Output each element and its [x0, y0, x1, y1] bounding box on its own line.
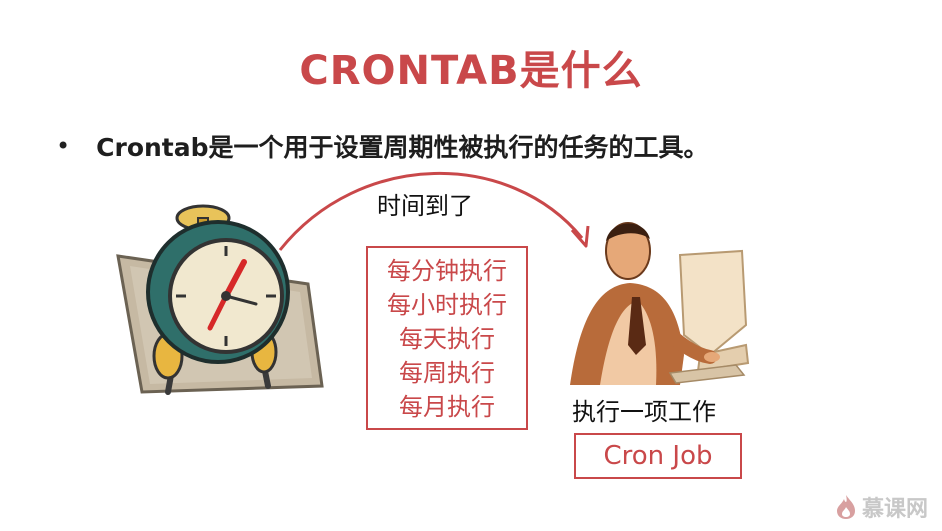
- frequency-item: 每天执行: [399, 325, 495, 353]
- frequency-item: 每月执行: [399, 393, 495, 421]
- arrow-label: 时间到了: [377, 192, 473, 220]
- flame-logo-icon: [836, 495, 855, 519]
- slide: CRONTAB是什么 • Crontab是一个用于设置周期性被执行的任务的工具。: [0, 0, 942, 531]
- watermark: 慕课网: [836, 491, 928, 523]
- frequency-item: 每小时执行: [387, 291, 507, 319]
- task-label: 执行一项工作: [572, 398, 716, 426]
- man-at-computer-icon: [570, 222, 750, 385]
- frequency-item: 每分钟执行: [387, 257, 507, 285]
- frequency-box: 每分钟执行 每小时执行 每天执行 每周执行 每月执行: [366, 246, 528, 430]
- cron-job-box: Cron Job: [574, 433, 742, 479]
- watermark-text: 慕课网: [861, 497, 928, 522]
- frequency-item: 每周执行: [399, 359, 495, 387]
- cron-job-label: Cron Job: [603, 441, 713, 471]
